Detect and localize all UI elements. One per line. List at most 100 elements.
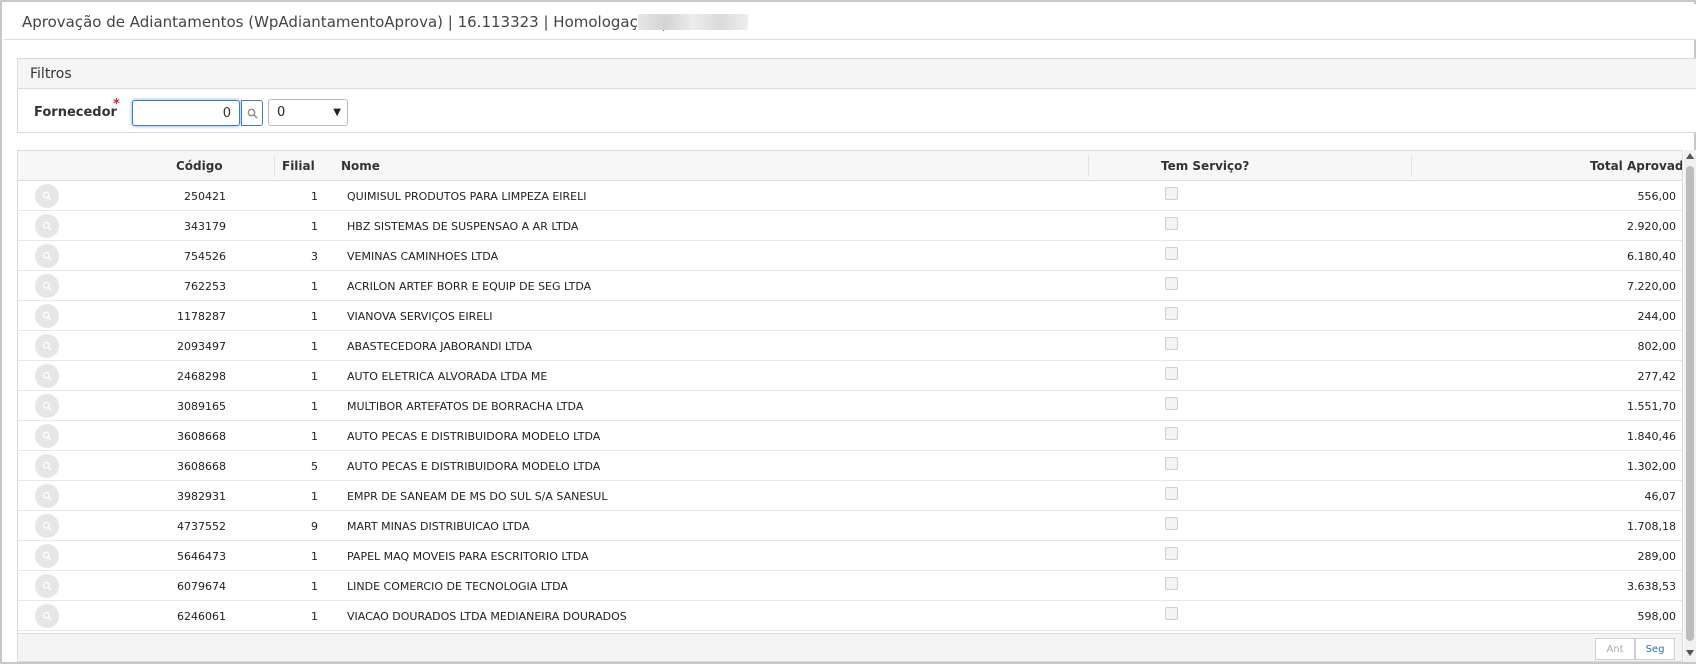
filters-header: Filtros — [18, 59, 1696, 89]
tem-servico-checkbox[interactable] — [1165, 577, 1178, 590]
tem-servico-checkbox[interactable] — [1165, 427, 1178, 440]
cell-nome: AUTO PECAS E DISTRIBUIDORA MODELO LTDA — [347, 460, 601, 473]
table-row[interactable]: 762253 1 ACRILON ARTEF BORR E EQUIP DE SEG… — [18, 271, 1682, 301]
required-mark: * — [113, 97, 120, 112]
cell-codigo: 762253 — [184, 280, 226, 293]
tem-servico-checkbox[interactable] — [1165, 187, 1178, 200]
col-header-tem-servico[interactable]: Tem Serviço? — [1161, 159, 1249, 173]
cell-filial: 1 — [311, 340, 318, 353]
tem-servico-checkbox[interactable] — [1165, 337, 1178, 350]
tem-servico-checkbox[interactable] — [1165, 217, 1178, 230]
cell-nome: LINDE COMERCIO DE TECNOLOGIA LTDA — [347, 580, 568, 593]
cell-filial: 1 — [311, 580, 318, 593]
table-row[interactable]: 3982931 1 EMPR DE SANEAM DE MS DO SUL S/A … — [18, 481, 1682, 511]
cell-filial: 1 — [311, 610, 318, 623]
cell-codigo: 3608668 — [177, 460, 226, 473]
next-page-button[interactable]: Seg — [1635, 638, 1675, 660]
cell-filial: 3 — [311, 250, 318, 263]
cell-codigo: 3089165 — [177, 400, 226, 413]
cell-total-aprovado: 2.920,00 — [1627, 220, 1676, 233]
redacted-user-info — [638, 14, 748, 30]
cell-total-aprovado: 1.551,70 — [1627, 400, 1676, 413]
table-row[interactable]: 3089165 1 MULTIBOR ARTEFATOS DE BORRACHA L… — [18, 391, 1682, 421]
cell-filial: 1 — [311, 490, 318, 503]
cell-total-aprovado: 46,07 — [1644, 490, 1677, 503]
table-row[interactable]: 4737552 9 MART MINAS DISTRIBUICAO LTDA 1.70… — [18, 511, 1682, 541]
cell-total-aprovado: 598,00 — [1637, 610, 1677, 623]
cell-nome: AUTO ELETRICA ALVORADA LTDA ME — [347, 370, 548, 383]
cell-filial: 5 — [311, 460, 318, 473]
col-divider — [274, 155, 275, 177]
cell-codigo: 1178287 — [177, 310, 226, 323]
cell-filial: 1 — [311, 430, 318, 443]
fornecedor-select[interactable]: 0 ▼ — [268, 99, 348, 126]
col-header-filial[interactable]: Filial — [282, 159, 315, 173]
tem-servico-checkbox[interactable] — [1165, 487, 1178, 500]
table-row[interactable]: 6246061 1 VIACAO DOURADOS LTDA MEDIANEIRA … — [18, 601, 1682, 631]
suppliers-grid: Código Filial Nome Tem Serviço? Total Ap… — [17, 150, 1683, 662]
cell-codigo: 6079674 — [177, 580, 226, 593]
table-row[interactable]: 754526 3 VEMINAS CAMINHOES LTDA 6.180,40 — [18, 241, 1682, 271]
cell-total-aprovado: 1.302,00 — [1627, 460, 1676, 473]
cell-total-aprovado: 6.180,40 — [1627, 250, 1676, 263]
cell-nome: AUTO PECAS E DISTRIBUIDORA MODELO LTDA — [347, 430, 601, 443]
cell-codigo: 2093497 — [177, 340, 226, 353]
cell-codigo: 754526 — [184, 250, 226, 263]
fornecedor-input[interactable] — [132, 100, 240, 126]
filters-panel: Filtros Fornecedor * 0 ▼ — [17, 58, 1696, 133]
cell-nome: MULTIBOR ARTEFATOS DE BORRACHA LTDA — [347, 400, 584, 413]
fornecedor-lookup-button[interactable] — [241, 100, 263, 126]
vertical-scrollbar[interactable] — [1684, 150, 1696, 662]
tem-servico-checkbox[interactable] — [1165, 547, 1178, 560]
scroll-up-arrow-icon[interactable] — [1686, 153, 1694, 159]
tem-servico-checkbox[interactable] — [1165, 247, 1178, 260]
cell-total-aprovado: 3.638,53 — [1627, 580, 1676, 593]
chevron-down-icon: ▼ — [333, 107, 341, 118]
table-row[interactable]: 343179 1 HBZ SISTEMAS DE SUSPENSAO A AR LT… — [18, 211, 1682, 241]
tem-servico-checkbox[interactable] — [1165, 367, 1178, 380]
tem-servico-checkbox[interactable] — [1165, 457, 1178, 470]
cell-nome: VIANOVA SERVIÇOS EIRELI — [347, 310, 493, 323]
cell-codigo: 3982931 — [177, 490, 226, 503]
prev-page-button[interactable]: Ant — [1595, 638, 1635, 660]
col-divider — [1411, 155, 1412, 177]
table-row[interactable]: 6079674 1 LINDE COMERCIO DE TECNOLOGIA LTD… — [18, 571, 1682, 601]
table-row[interactable]: 2468298 1 AUTO ELETRICA ALVORADA LTDA ME 27… — [18, 361, 1682, 391]
table-row[interactable]: 3608668 1 AUTO PECAS E DISTRIBUIDORA MODEL… — [18, 421, 1682, 451]
col-header-total-aprovado[interactable]: Total Aprovado — [1590, 159, 1682, 173]
cell-total-aprovado: 802,00 — [1637, 340, 1677, 353]
filters-title: Filtros — [30, 66, 72, 82]
cell-nome: VEMINAS CAMINHOES LTDA — [347, 250, 499, 263]
fornecedor-label: Fornecedor — [34, 105, 117, 120]
table-row[interactable]: 5646473 1 PAPEL MAQ MOVEIS PARA ESCRITORIO… — [18, 541, 1682, 571]
window-frame: Aprovação de Adiantamentos (WpAdiantamen… — [0, 0, 1696, 664]
table-row[interactable]: 2093497 1 ABASTECEDORA JABORANDI LTDA 802,0… — [18, 331, 1682, 361]
cell-total-aprovado: 1.708,18 — [1627, 520, 1676, 533]
col-header-nome[interactable]: Nome — [341, 159, 380, 173]
tem-servico-checkbox[interactable] — [1165, 397, 1178, 410]
table-row[interactable]: 250421 1 QUIMISUL PRODUTOS PARA LIMPEZA EI… — [18, 181, 1682, 211]
table-row[interactable]: 1178287 1 VIANOVA SERVIÇOS EIRELI 244,00 — [18, 301, 1682, 331]
tem-servico-checkbox[interactable] — [1165, 307, 1178, 320]
cell-nome: EMPR DE SANEAM DE MS DO SUL S/A SANESUL — [347, 490, 608, 503]
cell-filial: 1 — [311, 280, 318, 293]
tem-servico-checkbox[interactable] — [1165, 277, 1178, 290]
cell-filial: 1 — [311, 370, 318, 383]
grid-footer: Ant Seg — [18, 633, 1682, 661]
cell-filial: 1 — [311, 310, 318, 323]
cell-total-aprovado: 277,42 — [1637, 370, 1677, 383]
page-title: Aprovação de Adiantamentos (WpAdiantamen… — [22, 13, 667, 31]
tem-servico-checkbox[interactable] — [1165, 517, 1178, 530]
cell-total-aprovado: 1.840,46 — [1627, 430, 1676, 443]
table-row[interactable]: 3608668 5 AUTO PECAS E DISTRIBUIDORA MODEL… — [18, 451, 1682, 481]
col-divider — [1088, 155, 1089, 177]
scrollbar-thumb[interactable] — [1686, 166, 1694, 641]
scroll-down-arrow-icon[interactable] — [1686, 650, 1694, 656]
cell-nome: MART MINAS DISTRIBUICAO LTDA — [347, 520, 530, 533]
tem-servico-checkbox[interactable] — [1165, 607, 1178, 620]
cell-codigo: 2468298 — [177, 370, 226, 383]
cell-total-aprovado: 7.220,00 — [1627, 280, 1676, 293]
cell-nome: VIACAO DOURADOS LTDA MEDIANEIRA DOURADOS — [347, 610, 627, 623]
cell-nome: PAPEL MAQ MOVEIS PARA ESCRITORIO LTDA — [347, 550, 589, 563]
col-header-codigo[interactable]: Código — [176, 159, 223, 173]
